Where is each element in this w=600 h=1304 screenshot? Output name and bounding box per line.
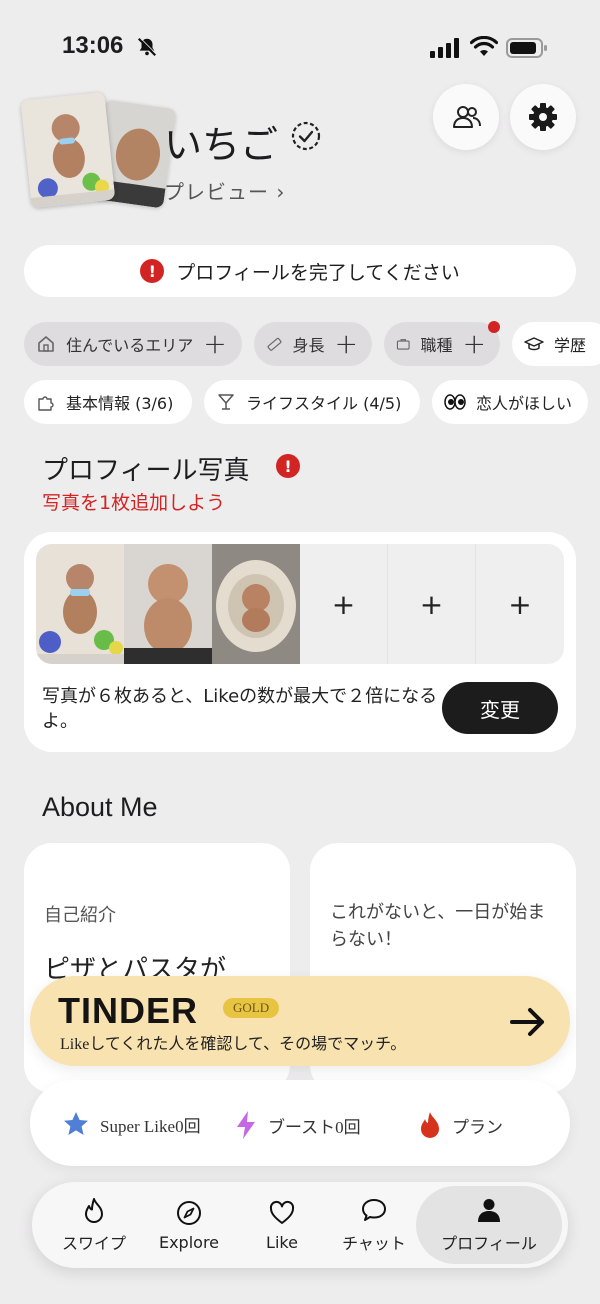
home-icon	[38, 336, 54, 352]
chip-education[interactable]: 学歴	[512, 322, 600, 366]
chip-job[interactable]: 職種 +	[384, 322, 500, 366]
preview-link[interactable]: プレビュー ›	[164, 176, 285, 205]
chip-relationship-goal[interactable]: 恋人がほしい	[432, 380, 588, 424]
photo-thumbnail	[124, 544, 212, 664]
chip-label: 住んでいるエリア	[66, 336, 194, 355]
photo-thumbnail	[212, 544, 300, 664]
signal-icon	[430, 38, 459, 58]
chip-height[interactable]: 身長 +	[254, 322, 372, 366]
tab-profile[interactable]: プロフィール	[416, 1186, 562, 1264]
plus-icon: +	[508, 587, 532, 621]
banner-text: プロフィールを完了してください	[176, 261, 460, 284]
photo-hint-text: 写真が６枚あると、Likeの数が最大で２倍になるよ。	[42, 686, 438, 733]
tab-likes[interactable]: Like	[236, 1182, 328, 1268]
tab-chat[interactable]: チャット	[328, 1182, 420, 1268]
status-time: 13:06	[62, 32, 124, 59]
chevron-right-icon: ›	[276, 180, 286, 204]
chip-label: 職種	[420, 336, 453, 355]
tab-label: Explore	[158, 1232, 220, 1252]
alert-icon: !	[276, 454, 300, 478]
tab-label: プロフィール	[441, 1234, 537, 1253]
arrow-right-icon	[510, 1008, 544, 1036]
gear-icon	[529, 103, 557, 131]
chip-lifestyle[interactable]: ライフスタイル (4/5)	[204, 380, 420, 424]
plus-icon: +	[462, 327, 486, 360]
tab-swipe[interactable]: スワイプ	[46, 1182, 142, 1268]
eyes-icon	[444, 394, 466, 410]
gold-badge: GOLD	[223, 998, 280, 1018]
tinder-gold-banner[interactable]: TINDER GOLD Likeしてくれた人を確認して、その場でマッチ。	[30, 976, 570, 1066]
flame-icon	[421, 1112, 439, 1138]
verified-badge-icon	[291, 121, 321, 151]
briefcase-icon	[396, 339, 410, 350]
plus-icon: +	[419, 587, 444, 621]
photos-section-subtitle: 写真を1枚追加しよう	[42, 492, 226, 514]
tab-label: Like	[266, 1232, 298, 1252]
add-photo-slot-6[interactable]: +	[476, 544, 564, 664]
ruler-icon	[267, 337, 282, 351]
chip-label: ライフスタイル (4/5)	[246, 394, 402, 413]
tinder-logo: TINDER	[58, 990, 198, 1031]
settings-button[interactable]	[510, 84, 576, 150]
preview-label: プレビュー	[164, 180, 269, 204]
bottom-tab-bar: スワイプ Explore Like チャット プロフィール	[32, 1182, 568, 1268]
plan-label: プラン	[452, 1117, 503, 1137]
boost-stats-bar: Super Like0回 ブースト0回 プラン	[30, 1080, 570, 1166]
photos-section-title: プロフィール写真	[42, 456, 250, 486]
wifi-icon	[470, 36, 498, 56]
profile-name: いちご	[164, 123, 279, 167]
plus-icon: +	[203, 327, 227, 360]
photo-slot-2[interactable]	[124, 544, 212, 664]
star-icon	[64, 1112, 88, 1135]
alert-icon: !	[140, 259, 165, 283]
about-me-title: About Me	[42, 792, 158, 822]
flame-outline-icon	[85, 1198, 103, 1223]
add-photo-slot-5[interactable]: +	[388, 544, 476, 664]
cocktail-icon	[218, 394, 234, 410]
boost-count[interactable]: ブースト0回	[234, 1110, 361, 1140]
bell-muted-icon	[137, 37, 157, 57]
graduation-cap-icon	[524, 337, 544, 351]
friends-button[interactable]	[433, 84, 499, 150]
boost-label: ブースト0回	[268, 1117, 361, 1137]
chip-label: 恋人がほしい	[476, 394, 573, 413]
photo-slot-3[interactable]	[212, 544, 300, 664]
puzzle-icon	[38, 396, 54, 411]
change-photos-button[interactable]: 変更	[442, 682, 558, 734]
chat-bubble-icon	[362, 1199, 386, 1221]
plan-link[interactable]: プラン	[418, 1110, 503, 1140]
super-like-label: Super Like0回	[100, 1116, 201, 1136]
lightning-icon	[237, 1111, 255, 1139]
compass-icon	[177, 1200, 201, 1225]
profile-photo-front	[20, 91, 116, 209]
chip-label: 基本情報 (3/6)	[66, 394, 174, 413]
plus-icon: +	[334, 327, 358, 360]
notification-dot	[488, 321, 500, 333]
add-photo-slot-4[interactable]: +	[300, 544, 388, 664]
prompt-text: これがないと、一日が始まらない！	[330, 902, 546, 950]
battery-icon	[506, 38, 547, 58]
heart-icon	[269, 1200, 295, 1224]
tab-label: スワイプ	[61, 1234, 126, 1253]
profile-photo-stack[interactable]	[20, 91, 177, 212]
complete-profile-banner[interactable]: ! プロフィールを完了してください	[24, 245, 576, 297]
bio-label: 自己紹介	[44, 905, 116, 926]
chip-basic-info[interactable]: 基本情報 (3/6)	[24, 380, 192, 424]
photo-slot-1[interactable]	[36, 544, 124, 664]
chip-label: 身長	[292, 336, 325, 355]
plus-icon: +	[331, 587, 356, 621]
chip-label: 学歴	[554, 336, 587, 355]
photo-thumbnail	[36, 544, 124, 664]
gold-tagline: Likeしてくれた人を確認して、その場でマッチ。	[60, 1036, 407, 1053]
chip-area[interactable]: 住んでいるエリア +	[24, 322, 242, 366]
people-icon	[453, 106, 481, 128]
super-like-count[interactable]: Super Like0回	[62, 1110, 201, 1138]
tab-label: チャット	[342, 1234, 406, 1253]
person-icon	[478, 1199, 500, 1222]
tab-explore[interactable]: Explore	[142, 1182, 236, 1268]
